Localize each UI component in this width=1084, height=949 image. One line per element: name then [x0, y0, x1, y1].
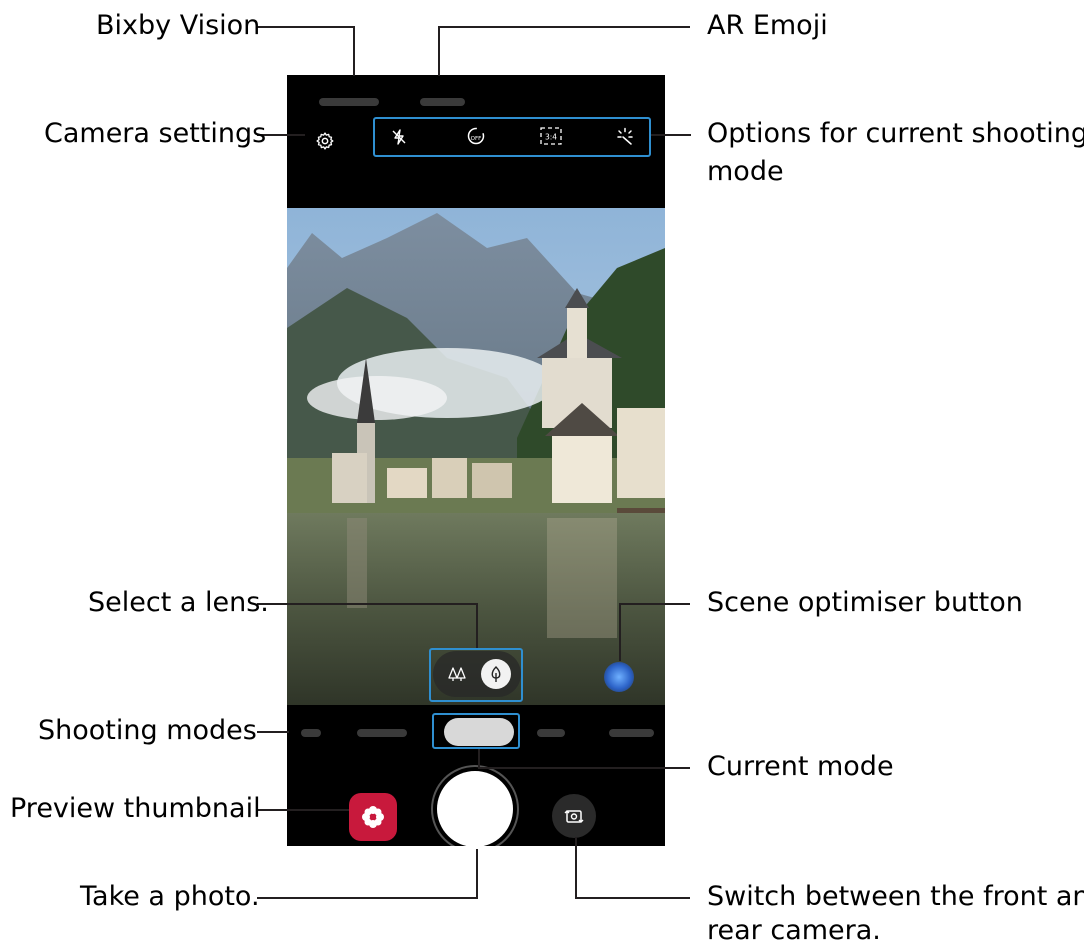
callout-switch-line2: rear camera.	[707, 915, 881, 946]
preview-thumbnail[interactable]	[349, 793, 397, 841]
callout-bixby-vision: Bixby Vision	[96, 10, 261, 41]
callout-switch-line1: Switch between the front and	[707, 881, 1084, 912]
callout-ar-emoji: AR Emoji	[707, 10, 828, 41]
lens-highlight	[429, 648, 523, 702]
gallery-flower-icon	[362, 806, 384, 828]
mode-item[interactable]	[357, 729, 407, 737]
callout-preview-thumbnail: Preview thumbnail	[10, 793, 261, 824]
effects-button[interactable]	[613, 124, 637, 148]
timer-button[interactable]: OFF	[463, 123, 489, 149]
flash-button[interactable]	[387, 125, 411, 149]
switch-camera-button[interactable]	[552, 794, 596, 838]
switch-camera-icon	[564, 810, 584, 823]
callout-options-line2: mode	[707, 156, 784, 187]
shutter-button[interactable]	[437, 771, 513, 846]
mode-item[interactable]	[537, 729, 565, 737]
callout-camera-settings: Camera settings	[44, 118, 267, 149]
timer-off-icon: OFF	[467, 127, 485, 145]
mode-item[interactable]	[609, 729, 654, 737]
callout-current-mode: Current mode	[707, 751, 894, 782]
flash-off-icon	[392, 129, 406, 145]
effects-icon	[617, 127, 633, 145]
bixby-vision-button[interactable]	[319, 98, 379, 106]
callout-options-line1: Options for current shooting	[707, 118, 1084, 149]
callout-scene-optimiser: Scene optimiser button	[707, 587, 1023, 618]
options-highlight	[373, 117, 651, 157]
scene-optimiser-button[interactable]	[604, 662, 634, 692]
callout-select-lens: Select a lens.	[88, 587, 269, 618]
mode-item[interactable]	[301, 729, 321, 737]
ratio-3-4-icon: 3:4	[540, 127, 562, 145]
gear-icon	[316, 132, 334, 150]
callout-take-photo: Take a photo.	[80, 881, 260, 912]
ratio-label: 3:4	[545, 133, 557, 142]
callout-shooting-modes: Shooting modes	[38, 715, 257, 746]
current-mode-highlight	[432, 713, 520, 749]
ratio-button[interactable]: 3:4	[537, 124, 565, 148]
ar-emoji-button[interactable]	[420, 98, 465, 106]
camera-settings-button[interactable]	[311, 127, 339, 155]
timer-off-label: OFF	[471, 136, 482, 142]
